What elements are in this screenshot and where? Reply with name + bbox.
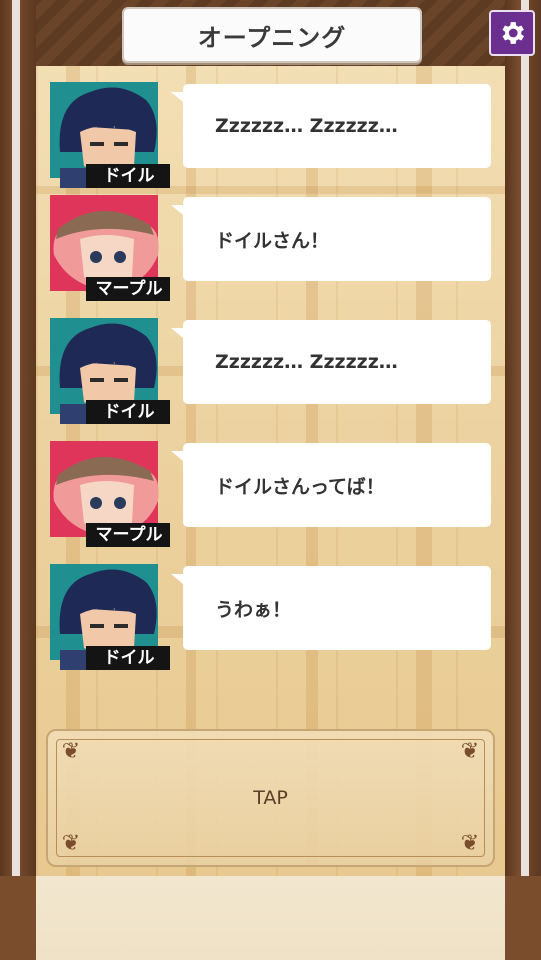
marple-avatar: マープル	[50, 195, 170, 301]
speech-bubble: うわぁ！	[171, 566, 491, 650]
speaker-name: ドイル	[86, 646, 170, 670]
ornament-icon: ❦	[61, 739, 81, 764]
speech-bubble: Zzzzzz… Zzzzzz…	[171, 320, 491, 404]
speaker-name: ドイル	[86, 164, 170, 188]
message-text: ドイルさんってば！	[215, 475, 385, 498]
ornament-icon: ❦	[460, 831, 480, 856]
bottom-right-wood	[505, 876, 541, 960]
speech-bubble: ドイルさん！	[171, 197, 491, 281]
ornament-icon: ❦	[61, 831, 81, 856]
tap-to-continue-button[interactable]: ❦ ❦ ❦ ❦ TAP	[46, 729, 495, 867]
bottom-left-wood	[0, 876, 36, 960]
speaker-name: マープル	[86, 277, 170, 301]
message-row: ドイル うわぁ！	[50, 564, 491, 670]
message-row: ドイル Zzzzzz… Zzzzzz…	[50, 318, 491, 424]
marple-avatar: マープル	[50, 441, 170, 547]
gear-icon	[502, 22, 524, 44]
doyle-avatar: ドイル	[50, 318, 170, 424]
ornament-icon: ❦	[460, 739, 480, 764]
left-wood-frame	[0, 0, 36, 890]
right-wood-frame	[505, 0, 541, 890]
speech-bubble: Zzzzzz… Zzzzzz…	[171, 84, 491, 168]
page-title: オープニング	[197, 23, 347, 52]
message-row: マープル ドイルさんってば！	[50, 441, 491, 547]
bottom-paper-area	[36, 876, 505, 960]
message-text: Zzzzzz… Zzzzzz…	[215, 115, 398, 137]
doyle-avatar: ドイル	[50, 82, 170, 188]
message-text: うわぁ！	[215, 598, 292, 621]
speaker-name: ドイル	[86, 400, 170, 424]
tap-label: TAP	[253, 787, 288, 809]
message-text: ドイルさん！	[215, 229, 330, 252]
title-plate: オープニング	[122, 7, 422, 63]
message-row: マープル ドイルさん！	[50, 195, 491, 301]
speech-bubble: ドイルさんってば！	[171, 443, 491, 527]
speaker-name: マープル	[86, 523, 170, 547]
doyle-avatar: ドイル	[50, 564, 170, 670]
message-row: ドイル Zzzzzz… Zzzzzz…	[50, 82, 491, 188]
settings-button[interactable]	[489, 10, 535, 56]
message-text: Zzzzzz… Zzzzzz…	[215, 351, 398, 373]
